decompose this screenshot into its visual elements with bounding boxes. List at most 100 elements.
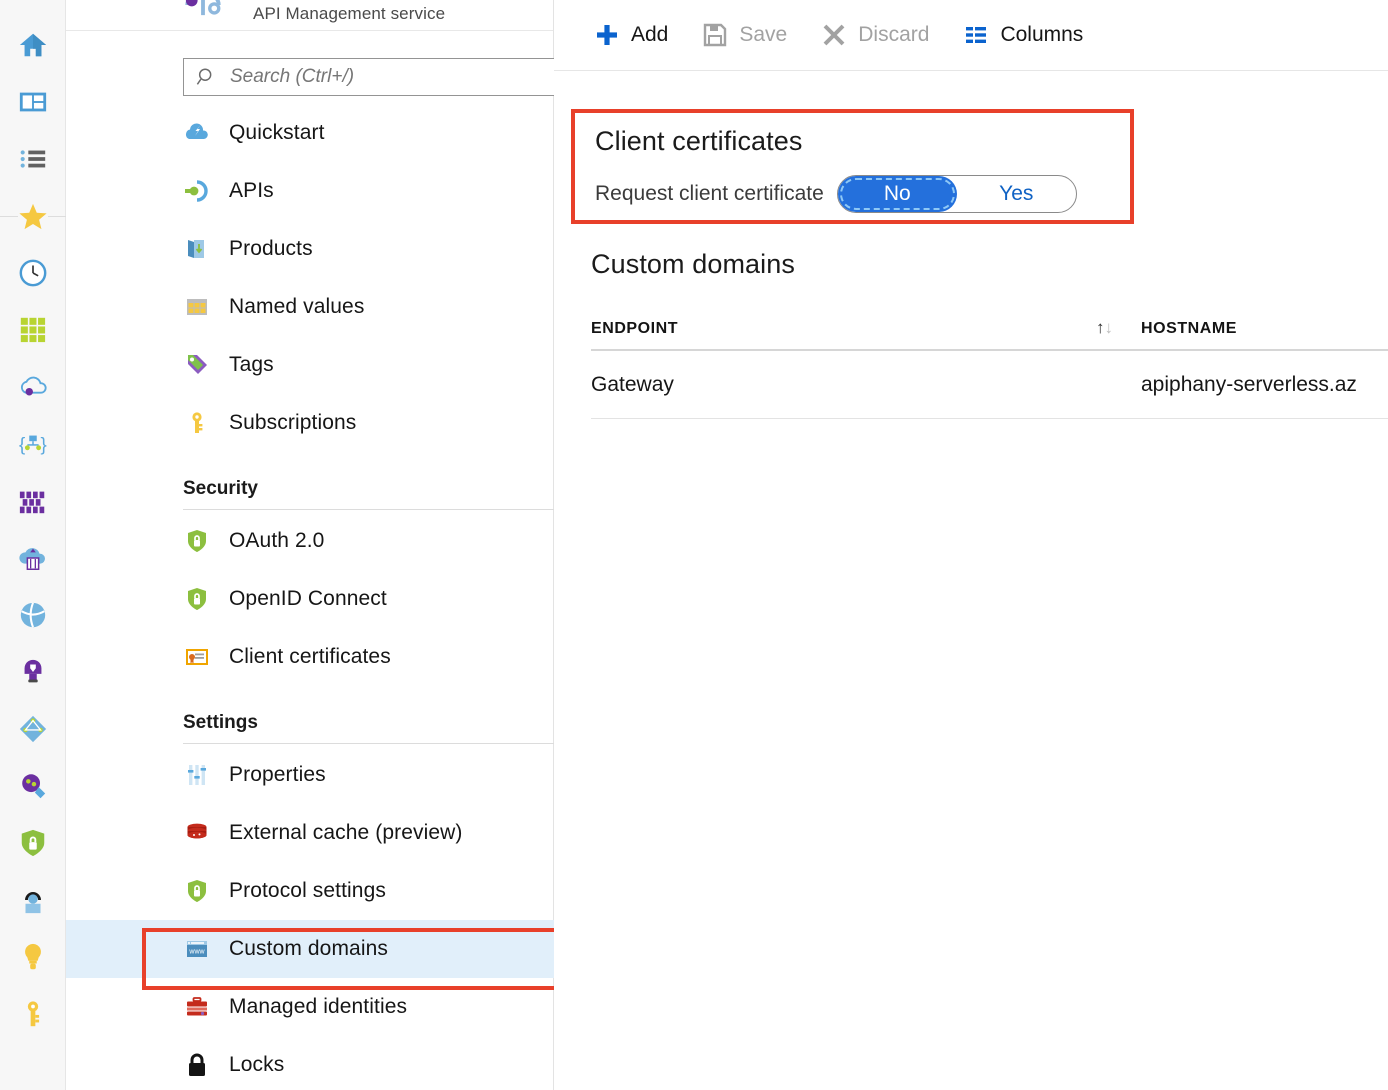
- help-support-icon: [18, 942, 48, 972]
- sidebar-item-locks[interactable]: Locks: [66, 1036, 554, 1090]
- discard-button[interactable]: Discard: [821, 22, 929, 48]
- search-field-wrapper[interactable]: Search (Ctrl+/): [183, 58, 575, 96]
- rail-item-dashboard[interactable]: [0, 73, 66, 130]
- rail-item-app-services[interactable]: [0, 301, 66, 358]
- monitor-icon: [18, 714, 48, 744]
- rail-item-help-support[interactable]: [0, 928, 66, 985]
- rail-item-cost-management[interactable]: [0, 871, 66, 928]
- sidebar-item-quickstart[interactable]: Quickstart: [66, 104, 554, 162]
- discard-button-label: Discard: [858, 23, 929, 47]
- svg-text:www: www: [188, 949, 205, 956]
- rail-item-azure-active-directory[interactable]: [0, 643, 66, 700]
- resource-menu-blade: API Management service Search (Ctrl+/) «…: [66, 0, 554, 1090]
- cell-hostname: apiphany-serverless.az: [1141, 373, 1388, 397]
- rail-item-storage-accounts[interactable]: [0, 529, 66, 586]
- rail-item-sql-databases[interactable]: [0, 472, 66, 529]
- named-values-grid-icon: [184, 294, 210, 320]
- sidebar-item-label: APIs: [229, 179, 274, 203]
- nav-group-divider: [183, 743, 575, 744]
- sidebar-item-protocol-settings[interactable]: Protocol settings: [66, 862, 554, 920]
- add-button[interactable]: Add: [594, 22, 668, 48]
- sort-indicator[interactable]: ↑ ↓: [1096, 318, 1141, 349]
- save-icon: [702, 22, 728, 48]
- sidebar-item-subscriptions[interactable]: Subscriptions: [66, 394, 554, 452]
- sidebar-item-label: Protocol settings: [229, 879, 386, 903]
- save-button[interactable]: Save: [702, 22, 787, 48]
- column-header-hostname[interactable]: HOSTNAME: [1141, 320, 1388, 349]
- rail-item-advisor[interactable]: [0, 757, 66, 814]
- close-icon: [821, 22, 847, 48]
- sidebar-item-apis[interactable]: APIs: [66, 162, 554, 220]
- nav-group-security: Security: [66, 452, 554, 512]
- app-services-grid-icon: [18, 315, 48, 345]
- rail-item-subscriptions[interactable]: [0, 985, 66, 1042]
- svg-text:}: }: [41, 433, 47, 454]
- sidebar-item-label: Custom domains: [229, 937, 388, 961]
- sidebar-item-label: OAuth 2.0: [229, 529, 324, 553]
- sidebar-item-named-values[interactable]: Named values: [66, 278, 554, 336]
- resource-subtitle: API Management service: [253, 4, 445, 24]
- toggle-option-yes[interactable]: Yes: [957, 176, 1076, 212]
- rail-item-virtual-machines[interactable]: { }: [0, 415, 66, 472]
- resource-nav-list: Quickstart APIs Products: [66, 104, 554, 1090]
- rail-item-monitor[interactable]: [0, 700, 66, 757]
- rail-item-cloud-services[interactable]: [0, 358, 66, 415]
- properties-sliders-icon: [184, 762, 210, 788]
- rail-item-recent[interactable]: [0, 244, 66, 301]
- sidebar-item-openid-connect[interactable]: OpenID Connect: [66, 570, 554, 628]
- table-row[interactable]: Gateway apiphany-serverless.az: [591, 351, 1388, 419]
- sidebar-item-managed-identities[interactable]: Managed identities: [66, 978, 554, 1036]
- search-icon: [196, 66, 218, 88]
- cell-endpoint: Gateway: [591, 373, 1141, 397]
- table-header-row: ENDPOINT ↑ ↓ HOSTNAME: [591, 301, 1388, 351]
- products-icon: [184, 236, 210, 262]
- save-button-label: Save: [739, 23, 787, 47]
- sidebar-item-custom-domains[interactable]: www Custom domains: [66, 920, 554, 978]
- sidebar-item-label: External cache (preview): [229, 821, 463, 845]
- azure-portal-window: { }: [0, 0, 1388, 1090]
- rail-item-virtual-networks[interactable]: [0, 586, 66, 643]
- rail-item-all-services[interactable]: [0, 130, 66, 187]
- lock-icon: [184, 1052, 210, 1078]
- sidebar-item-products[interactable]: Products: [66, 220, 554, 278]
- certificate-icon: [184, 644, 210, 670]
- sidebar-item-label: Subscriptions: [229, 411, 356, 435]
- global-nav-rail: { }: [0, 0, 66, 1090]
- column-header-endpoint[interactable]: ENDPOINT: [591, 320, 1096, 349]
- search-placeholder: Search (Ctrl+/): [230, 66, 354, 88]
- request-client-certificate-row: Request client certificate No Yes: [595, 175, 1077, 213]
- client-certificates-section: Client certificates Request client certi…: [571, 109, 1134, 224]
- request-client-certificate-toggle[interactable]: No Yes: [837, 175, 1077, 213]
- custom-domains-title: Custom domains: [591, 249, 795, 280]
- sidebar-item-oauth-2-0[interactable]: OAuth 2.0: [66, 512, 554, 570]
- subscriptions-key-icon: [18, 999, 48, 1029]
- favorites-star-icon: [18, 201, 48, 231]
- custom-domains-www-icon: www: [184, 936, 210, 962]
- rail-item-home[interactable]: [0, 16, 66, 73]
- rail-item-favorites[interactable]: [0, 187, 66, 244]
- sidebar-item-external-cache-preview[interactable]: External cache (preview): [66, 804, 554, 862]
- sidebar-item-label: Quickstart: [229, 121, 325, 145]
- external-cache-icon: [184, 820, 210, 846]
- main-content-pane: Add Save Discard: [554, 0, 1388, 1090]
- toggle-option-no[interactable]: No: [838, 176, 957, 212]
- security-center-icon: [18, 828, 48, 858]
- add-button-label: Add: [631, 23, 668, 47]
- tags-icon: [184, 352, 210, 378]
- sidebar-item-label: Tags: [229, 353, 274, 377]
- sort-descending-icon: ↓: [1105, 318, 1114, 338]
- sort-ascending-icon: ↑: [1096, 318, 1105, 338]
- columns-button[interactable]: Columns: [963, 22, 1083, 48]
- request-client-certificate-label: Request client certificate: [595, 182, 824, 206]
- rail-item-security-center[interactable]: [0, 814, 66, 871]
- sidebar-item-label: Managed identities: [229, 995, 407, 1019]
- sidebar-item-label: Products: [229, 237, 313, 261]
- recent-clock-icon: [18, 258, 48, 288]
- cost-management-icon: [18, 885, 48, 915]
- sidebar-item-properties[interactable]: Properties: [66, 746, 554, 804]
- virtual-networks-icon: [18, 600, 48, 630]
- sidebar-item-tags[interactable]: Tags: [66, 336, 554, 394]
- search-input[interactable]: Search (Ctrl+/): [183, 58, 575, 96]
- columns-button-label: Columns: [1000, 23, 1083, 47]
- sidebar-item-client-certificates[interactable]: Client certificates: [66, 628, 554, 686]
